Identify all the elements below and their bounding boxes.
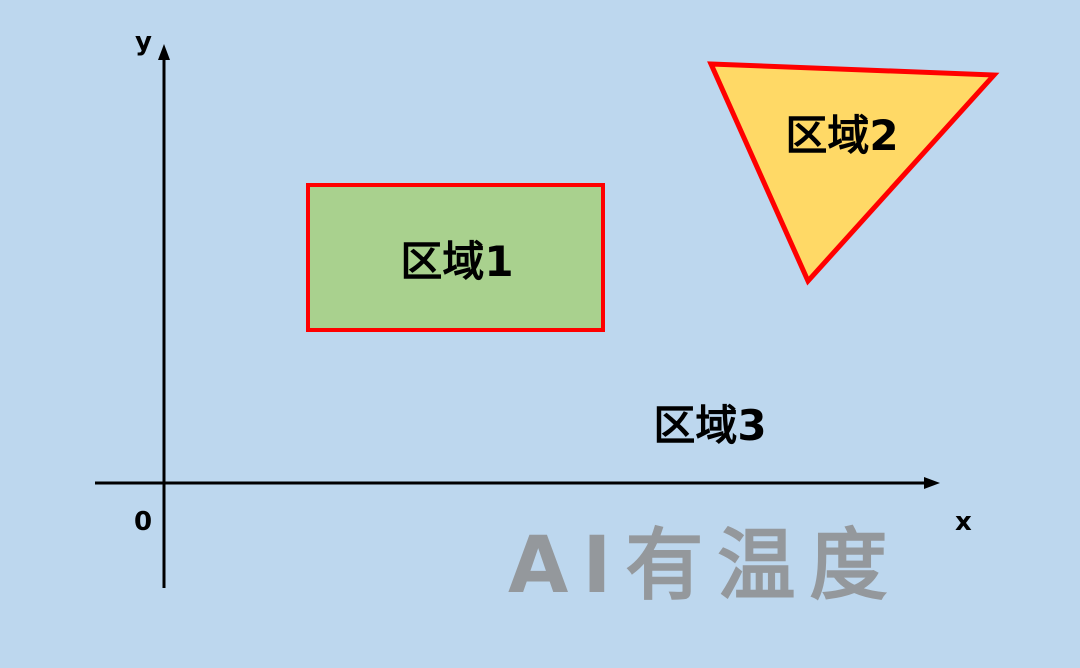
origin-label: 0 bbox=[134, 507, 152, 537]
watermark-text: AI有温度 bbox=[508, 521, 901, 611]
region-3-label: 区域3 bbox=[653, 401, 766, 450]
x-axis-arrow-icon bbox=[924, 477, 940, 489]
region-2-triangle bbox=[707, 61, 1000, 286]
region-2-label: 区域2 bbox=[785, 111, 898, 160]
x-axis-label: x bbox=[955, 507, 972, 537]
coordinate-diagram: y x 0 区域1 区域2 区域3 AI有温度 bbox=[95, 27, 1000, 611]
region-1-label: 区域1 bbox=[400, 237, 513, 286]
y-axis-label: y bbox=[135, 27, 152, 57]
y-axis-arrow-icon bbox=[158, 44, 170, 60]
